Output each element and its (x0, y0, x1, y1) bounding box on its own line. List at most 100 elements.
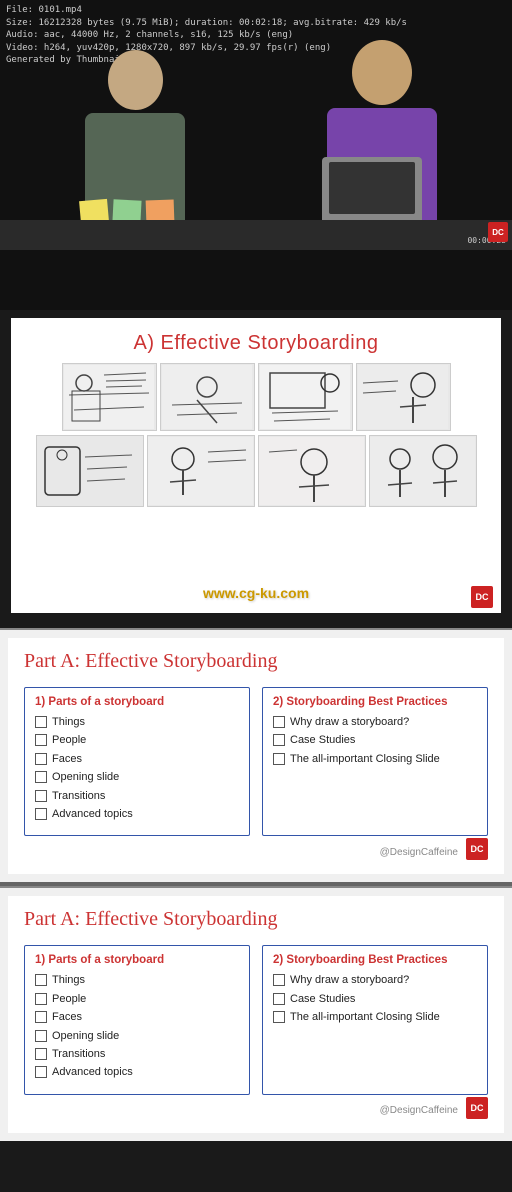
video-dce-logo: DC (488, 222, 508, 242)
list-item: The all-important Closing Slide (273, 1010, 477, 1025)
item-label: Why draw a storyboard? (290, 973, 409, 988)
panel-5 (36, 435, 144, 507)
item-label: Opening slide (52, 1029, 119, 1044)
list-item: People (35, 733, 239, 748)
list-item: Opening slide (35, 1029, 239, 1044)
list-item: Advanced topics (35, 807, 239, 822)
list-item: People (35, 992, 239, 1007)
outline-col-1: 1) Parts of a storyboard Things People F… (24, 687, 250, 836)
sticky-notes (80, 200, 174, 222)
sketch-svg-2 (162, 365, 252, 429)
bullet-icon (273, 716, 285, 728)
item-label: The all-important Closing Slide (290, 752, 440, 767)
outline-section-1: Part A: Effective Storyboarding 1) Parts… (0, 628, 512, 882)
bullet-icon (35, 790, 47, 802)
bullet-icon (35, 1030, 47, 1042)
bullet-icon (35, 734, 47, 746)
bullet-icon (35, 974, 47, 986)
outline-columns-1: 1) Parts of a storyboard Things People F… (24, 687, 488, 836)
outline-col3-title: 1) Parts of a storyboard (35, 954, 239, 966)
item-label: Things (52, 973, 85, 988)
bullet-icon (35, 716, 47, 728)
list-item: Advanced topics (35, 1065, 239, 1080)
bullet-icon (35, 993, 47, 1005)
item-label: Faces (52, 752, 82, 767)
item-label: Case Studies (290, 733, 355, 748)
bullet-icon (35, 1066, 47, 1078)
storyboard-images (11, 363, 501, 507)
person-left-head (108, 50, 163, 110)
item-label: Case Studies (290, 992, 355, 1007)
outline-col-4: 2) Storyboarding Best Practices Why draw… (262, 945, 488, 1094)
sketch-svg-5 (37, 437, 142, 505)
slide-title: A) Effective Storyboarding (11, 318, 501, 363)
item-label: Advanced topics (52, 1065, 133, 1080)
sketch-svg-8 (370, 437, 475, 505)
storyboard-row-bottom (36, 435, 477, 507)
bullet-icon (273, 974, 285, 986)
outline-logo-row-2: @DesignCaffeine DC (24, 1097, 488, 1119)
list-item: Case Studies (273, 992, 477, 1007)
outline-columns-2: 1) Parts of a storyboard Things People F… (24, 945, 488, 1094)
bullet-icon (273, 993, 285, 1005)
list-item: Case Studies (273, 733, 477, 748)
slide-dce-logo: DC (471, 586, 493, 608)
outline-section-2: Part A: Effective Storyboarding 1) Parts… (0, 886, 512, 1140)
bullet-icon (35, 771, 47, 783)
outline-logo-row-1: @DesignCaffeine DC (24, 838, 488, 860)
item-label: Advanced topics (52, 807, 133, 822)
outline-dce-logo-1: DC (466, 838, 488, 860)
person-right-head (352, 40, 412, 105)
bullet-icon (35, 1011, 47, 1023)
bullet-icon (273, 734, 285, 746)
outline-col2-title: 2) Storyboarding Best Practices (273, 696, 477, 708)
sketch-svg-3 (260, 365, 350, 429)
outline-col1-title: 1) Parts of a storyboard (35, 696, 239, 708)
watermark: www.cg-ku.com (203, 585, 309, 601)
outline-col-3: 1) Parts of a storyboard Things People F… (24, 945, 250, 1094)
panel-3 (258, 363, 353, 431)
video-section: File: 0101.mp4 Size: 16212328 bytes (9.7… (0, 0, 512, 310)
list-item: Faces (35, 752, 239, 767)
list-item: Faces (35, 1010, 239, 1025)
outline-col4-title: 2) Storyboarding Best Practices (273, 954, 477, 966)
list-item: The all-important Closing Slide (273, 752, 477, 767)
outline-heading-2: Part A: Effective Storyboarding (24, 908, 488, 931)
outline-col-2: 2) Storyboarding Best Practices Why draw… (262, 687, 488, 836)
list-item: Why draw a storyboard? (273, 973, 477, 988)
panel-1 (62, 363, 157, 431)
item-label: Faces (52, 1010, 82, 1025)
bullet-icon (273, 753, 285, 765)
laptop-screen (329, 162, 415, 214)
panel-8 (369, 435, 477, 507)
item-label: The all-important Closing Slide (290, 1010, 440, 1025)
item-label: Opening slide (52, 770, 119, 785)
list-item: Things (35, 973, 239, 988)
outline-heading-1: Part A: Effective Storyboarding (24, 650, 488, 673)
list-item: Transitions (35, 1047, 239, 1062)
sketch-svg-7 (259, 437, 364, 505)
panel-2 (160, 363, 255, 431)
item-label: Things (52, 715, 85, 730)
attribution-2: @DesignCaffeine (380, 1105, 462, 1116)
bullet-icon (273, 1011, 285, 1023)
list-item: Transitions (35, 789, 239, 804)
bullet-icon (35, 808, 47, 820)
bullet-icon (35, 1048, 47, 1060)
list-item: Why draw a storyboard? (273, 715, 477, 730)
list-item: Things (35, 715, 239, 730)
sketch-svg-1 (64, 365, 154, 429)
attribution-1: @DesignCaffeine (380, 847, 462, 858)
sketch-svg-4 (358, 365, 448, 429)
panel-6 (147, 435, 255, 507)
outline-inner-1: Part A: Effective Storyboarding 1) Parts… (8, 638, 504, 874)
bullet-icon (35, 753, 47, 765)
item-label: People (52, 733, 86, 748)
outline-dce-logo-2: DC (466, 1097, 488, 1119)
desk-surface (0, 220, 512, 250)
item-label: Why draw a storyboard? (290, 715, 409, 730)
laptop (322, 157, 422, 222)
list-item: Opening slide (35, 770, 239, 785)
panel-7 (258, 435, 366, 507)
video-background: File: 0101.mp4 Size: 16212328 bytes (9.7… (0, 0, 512, 310)
